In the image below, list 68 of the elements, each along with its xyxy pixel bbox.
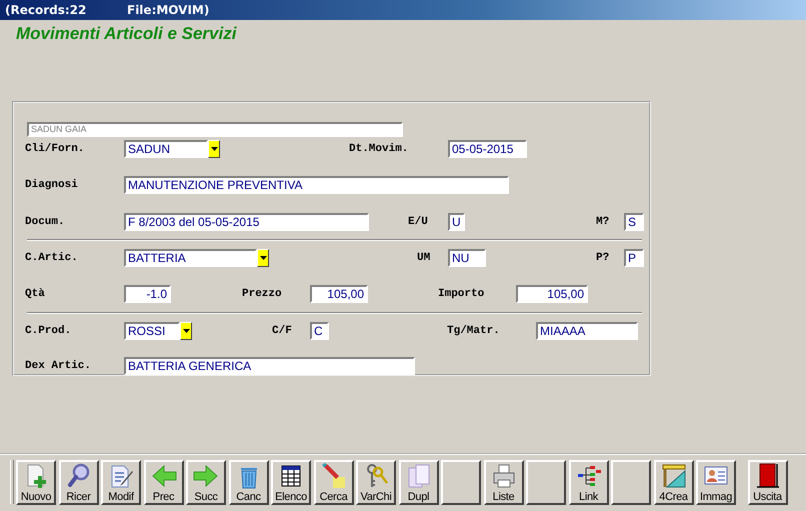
input-field[interactable]: NU [448, 249, 486, 267]
ruler-triangle-icon [660, 462, 686, 488]
left-arrow-icon [150, 462, 176, 488]
printer-icon [490, 462, 516, 488]
field-label: C/F [272, 325, 293, 337]
input-field[interactable]: 105,00 [516, 285, 588, 303]
customer-name-field[interactable]: SADUN GAIA [27, 122, 403, 136]
field-label: M? [596, 216, 610, 228]
dropdown-button[interactable] [208, 140, 220, 158]
toolbar-button[interactable]: Prec [144, 460, 184, 504]
toolbar-button[interactable]: Succ [186, 460, 226, 504]
combo-field[interactable]: BATTERIA [124, 249, 257, 267]
field-label: Prezzo [242, 288, 283, 300]
toolbar-button[interactable]: VarChi [356, 460, 396, 504]
magnifier-icon [66, 462, 92, 488]
input-field[interactable]: F 8/2003 del 05-05-2015 [124, 213, 369, 231]
input-field[interactable]: MANUTENZIONE PREVENTIVA [124, 176, 509, 194]
toolbar-button[interactable]: Elenco [271, 460, 311, 504]
dropdown-button[interactable] [257, 249, 269, 267]
field-label: Importo [438, 288, 486, 300]
pages-icon [406, 462, 432, 488]
input-field[interactable]: BATTERIA GENERICA [124, 357, 415, 375]
field-label: Diagnosi [25, 179, 79, 191]
dropdown-button[interactable] [180, 322, 192, 340]
field-label: Docum. [25, 216, 66, 228]
toolbar-button[interactable]: Canc [228, 460, 268, 504]
field-label: P? [596, 252, 610, 264]
combo-field[interactable]: ROSSI [124, 322, 180, 340]
toolbar-button[interactable] [526, 460, 566, 504]
caret-icon [260, 256, 266, 260]
file-name: File:MOVIM) [127, 3, 210, 17]
input-field[interactable]: 105,00 [310, 285, 368, 303]
toolbar-button[interactable]: 4Crea [654, 460, 694, 504]
record-count: (Records:22 [5, 3, 88, 17]
input-field[interactable]: MIAAAA [536, 322, 638, 340]
field-label: Dt.Movim. [349, 143, 410, 155]
input-field[interactable]: S [624, 213, 644, 231]
input-field[interactable]: P [624, 249, 644, 267]
toolbar-button[interactable]: Link [568, 460, 608, 504]
toolbar-button[interactable] [441, 460, 481, 504]
combo-field[interactable]: SADUN [124, 140, 208, 158]
toolbar-button[interactable]: Nuovo [16, 460, 56, 504]
field-label: C.Artic. [25, 252, 79, 264]
input-field[interactable]: 05-05-2015 [448, 140, 527, 158]
field-label: E/U [408, 216, 429, 228]
toolbar-button[interactable]: Liste [484, 460, 524, 504]
field-label: UM [417, 252, 432, 264]
toolbar-button[interactable]: Uscita [748, 460, 788, 504]
input-field[interactable]: U [448, 213, 465, 231]
field-label: Cli/Forn. [25, 143, 86, 155]
field-label: Tg/Matr. [447, 325, 501, 337]
caret-icon [210, 147, 218, 151]
toolbar-button[interactable]: Ricer [58, 460, 98, 504]
door-icon [754, 462, 780, 488]
toolbar-button[interactable]: Immag [696, 460, 736, 504]
form-title: Movimenti Articoli e Servizi [16, 24, 238, 44]
field-label: Dex Artic. [25, 360, 92, 372]
toolbar-button[interactable]: Cerca [314, 460, 354, 504]
field-label: C.Prod. [25, 325, 72, 337]
toolbar-button[interactable]: Modif [101, 460, 141, 504]
marker-icon [320, 462, 346, 488]
toolbar-button[interactable]: Dupl [398, 460, 438, 504]
field-label: Qtà [25, 288, 46, 300]
toolbar-button[interactable] [611, 460, 651, 504]
input-field[interactable]: -1.0 [124, 285, 171, 303]
input-field[interactable]: C [310, 322, 329, 340]
right-arrow-icon [193, 462, 219, 488]
caret-icon [182, 329, 190, 333]
